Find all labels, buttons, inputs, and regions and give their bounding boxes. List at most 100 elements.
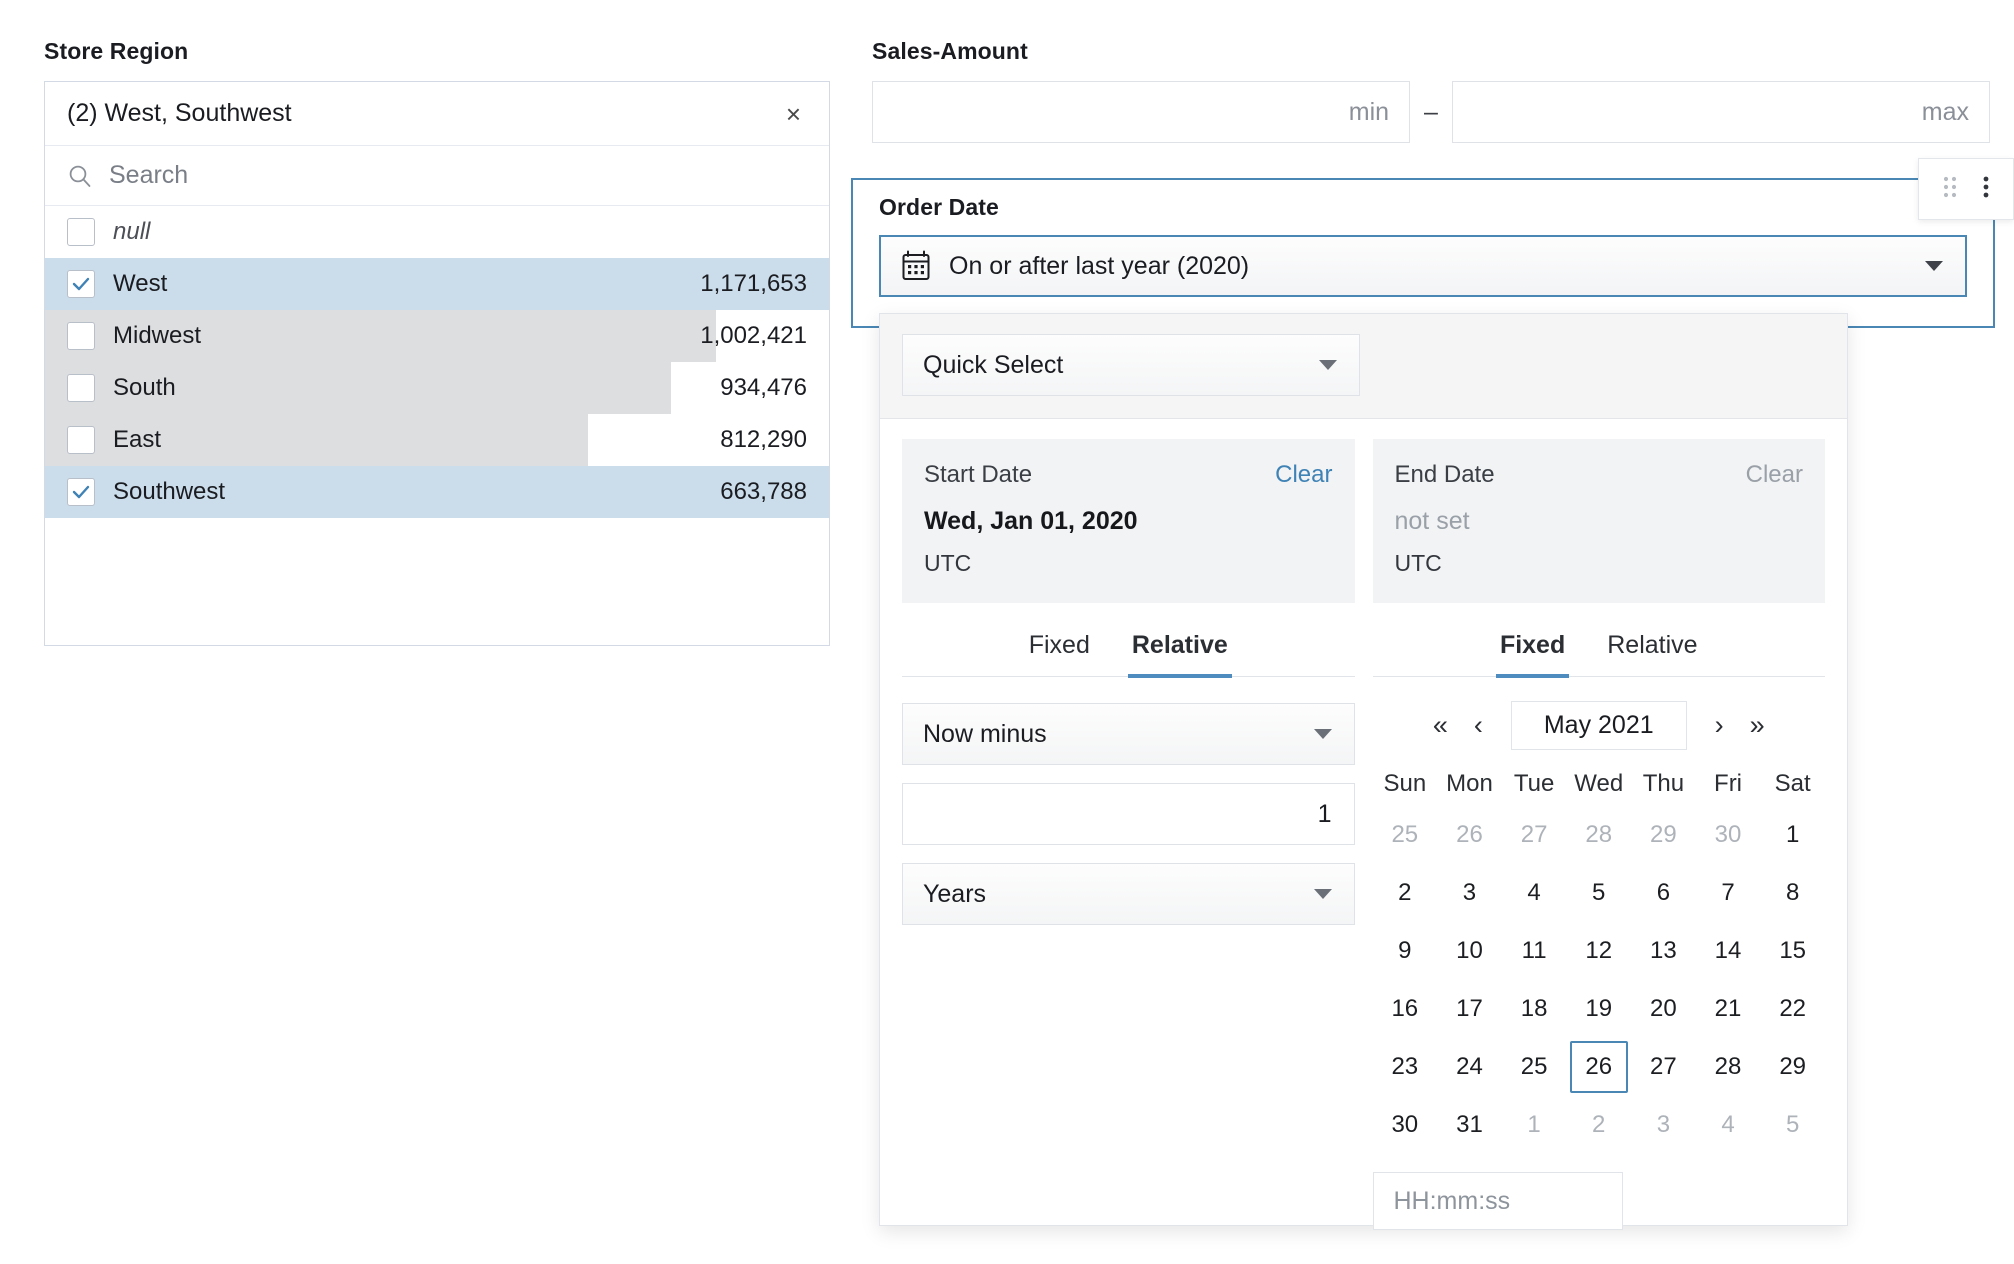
chevron-down-icon [1319, 360, 1337, 370]
calendar-day-label: 10 [1440, 925, 1498, 977]
store-region-row[interactable]: West1,171,653 [45, 258, 829, 310]
calendar-day[interactable]: 29 [1631, 806, 1696, 864]
sales-amount-label: Sales-Amount [872, 38, 1990, 65]
time-input[interactable]: HH:mm:ss [1373, 1172, 1623, 1230]
calendar-day[interactable]: 1 [1760, 806, 1825, 864]
store-region-row[interactable]: Southwest663,788 [45, 466, 829, 518]
relative-amount-input[interactable]: 1 [902, 783, 1355, 845]
more-vertical-icon[interactable] [1981, 172, 1991, 207]
grip-dots-icon[interactable] [1941, 172, 1961, 207]
calendar-day[interactable]: 9 [1373, 922, 1438, 980]
calendar-day[interactable]: 27 [1631, 1038, 1696, 1096]
calendar-day[interactable]: 3 [1437, 864, 1502, 922]
calendar-day[interactable]: 26 [1566, 1038, 1631, 1096]
sales-amount-max-input[interactable]: max [1452, 81, 1990, 143]
row-checkbox[interactable] [67, 218, 95, 246]
calendar-day[interactable]: 26 [1437, 806, 1502, 864]
calendar-day[interactable]: 25 [1373, 806, 1438, 864]
calendar-day[interactable]: 31 [1437, 1096, 1502, 1154]
row-checkbox[interactable] [67, 426, 95, 454]
calendar-day[interactable]: 15 [1760, 922, 1825, 980]
tab-relative[interactable]: Relative [1128, 627, 1232, 678]
calendar-day[interactable]: 21 [1696, 980, 1761, 1038]
weekday-label: Fri [1696, 770, 1761, 806]
start-date-clear-button[interactable]: Clear [1275, 461, 1332, 489]
calendar-day[interactable]: 22 [1760, 980, 1825, 1038]
next-month-icon[interactable]: › [1709, 710, 1730, 741]
calendar-day[interactable]: 13 [1631, 922, 1696, 980]
calendar-day[interactable]: 6 [1631, 864, 1696, 922]
calendar-day[interactable]: 1 [1502, 1096, 1567, 1154]
calendar-day[interactable]: 11 [1502, 922, 1567, 980]
calendar-day[interactable]: 27 [1502, 806, 1567, 864]
quick-select-dropdown[interactable]: Quick Select [902, 334, 1360, 396]
chevron-down-icon[interactable] [1925, 261, 1943, 271]
row-label: Southwest [113, 478, 720, 506]
calendar-day-label: 26 [1440, 809, 1498, 861]
calendar-day[interactable]: 2 [1566, 1096, 1631, 1154]
calendar-day-label: 20 [1634, 983, 1692, 1035]
calendar-week-row: 303112345 [1373, 1096, 1826, 1154]
calendar-day[interactable]: 17 [1437, 980, 1502, 1038]
close-icon[interactable]: × [780, 97, 807, 131]
calendar-day[interactable]: 10 [1437, 922, 1502, 980]
end-date-clear-button[interactable]: Clear [1746, 461, 1803, 489]
date-editors-row: Fixed Relative Now minus 1 Years Fixed Rel… [880, 603, 1847, 1230]
relative-operator-value: Now minus [923, 720, 1047, 749]
calendar-day[interactable]: 28 [1696, 1038, 1761, 1096]
calendar-day[interactable]: 3 [1631, 1096, 1696, 1154]
tab-relative[interactable]: Relative [1603, 627, 1701, 678]
last-year-icon[interactable]: » [1744, 710, 1771, 741]
sales-amount-min-input[interactable]: min [872, 81, 1410, 143]
calendar-day[interactable]: 23 [1373, 1038, 1438, 1096]
calendar-day-label: 25 [1376, 809, 1434, 861]
row-value: 812,290 [720, 426, 829, 454]
calendar-day[interactable]: 24 [1437, 1038, 1502, 1096]
calendar-day[interactable]: 30 [1696, 806, 1761, 864]
calendar-day[interactable]: 20 [1631, 980, 1696, 1038]
prev-month-icon[interactable]: ‹ [1468, 710, 1489, 741]
calendar-day[interactable]: 14 [1696, 922, 1761, 980]
calendar-day-label: 4 [1505, 867, 1563, 919]
store-region-row[interactable]: East812,290 [45, 414, 829, 466]
order-date-select[interactable]: On or after last year (2020) [879, 235, 1967, 297]
calendar-day-label: 29 [1764, 1041, 1822, 1093]
calendar-day[interactable]: 5 [1760, 1096, 1825, 1154]
store-region-row[interactable]: South934,476 [45, 362, 829, 414]
calendar-day[interactable]: 5 [1566, 864, 1631, 922]
relative-operator-select[interactable]: Now minus [902, 703, 1355, 765]
store-region-row[interactable]: Midwest1,002,421 [45, 310, 829, 362]
calendar-month-button[interactable]: May 2021 [1511, 701, 1687, 750]
row-checkbox[interactable] [67, 322, 95, 350]
calendar-day[interactable]: 30 [1373, 1096, 1438, 1154]
row-checkbox[interactable] [67, 478, 95, 506]
calendar-day[interactable]: 2 [1373, 864, 1438, 922]
calendar-day[interactable]: 29 [1760, 1038, 1825, 1096]
calendar-day[interactable]: 4 [1502, 864, 1567, 922]
calendar-day[interactable]: 16 [1373, 980, 1438, 1038]
calendar-day[interactable]: 4 [1696, 1096, 1761, 1154]
relative-unit-select[interactable]: Years [902, 863, 1355, 925]
tab-fixed[interactable]: Fixed [1025, 627, 1094, 678]
store-region-row[interactable]: null [45, 206, 829, 258]
store-region-selection-bar[interactable]: (2) West, Southwest × [45, 82, 829, 146]
calendar-day-label: 13 [1634, 925, 1692, 977]
calendar-day[interactable]: 25 [1502, 1038, 1567, 1096]
row-label: null [113, 218, 807, 246]
calendar-day[interactable]: 7 [1696, 864, 1761, 922]
first-year-icon[interactable]: « [1427, 710, 1454, 741]
calendar-day[interactable]: 8 [1760, 864, 1825, 922]
row-checkbox[interactable] [67, 270, 95, 298]
start-date-title: Start Date [924, 461, 1275, 489]
row-checkbox[interactable] [67, 374, 95, 402]
calendar-day[interactable]: 18 [1502, 980, 1567, 1038]
calendar-day-label: 28 [1699, 1041, 1757, 1093]
calendar-weekday-header: SunMonTueWedThuFriSat [1373, 770, 1826, 806]
calendar-day[interactable]: 28 [1566, 806, 1631, 864]
tab-fixed[interactable]: Fixed [1496, 627, 1569, 678]
store-region-search-row[interactable]: Search [45, 146, 829, 206]
search-input[interactable]: Search [109, 161, 188, 190]
calendar-day[interactable]: 19 [1566, 980, 1631, 1038]
store-region-filter: Store Region (2) West, Southwest × Searc… [44, 38, 830, 646]
calendar-day[interactable]: 12 [1566, 922, 1631, 980]
